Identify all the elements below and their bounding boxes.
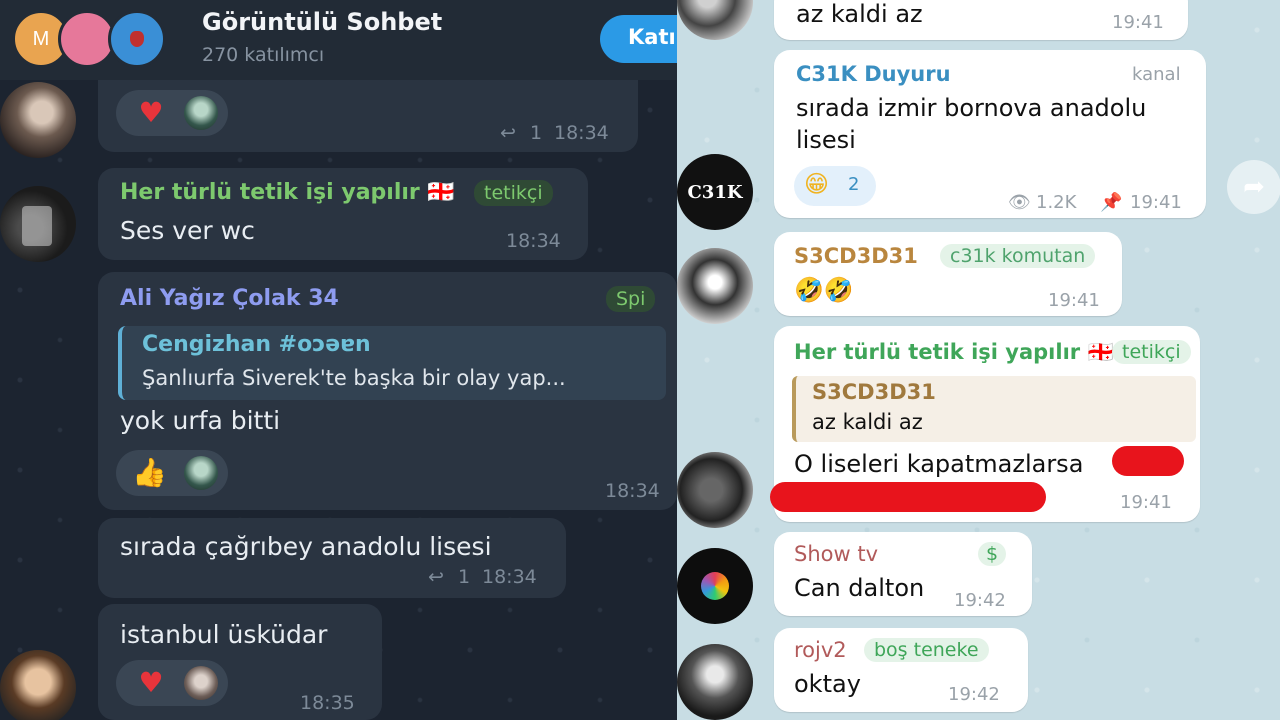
- chat-header: M Görüntülü Sohbet 270 katılımcı Katıl: [0, 0, 677, 80]
- thumbs-up-emoji[interactable]: 👍: [132, 456, 167, 490]
- message-bubble[interactable]: C31K Duyuru kanal sırada izmir bornova a…: [774, 50, 1206, 218]
- message-bubble[interactable]: Her türlü tetik işi yapılır 🇬🇪 tetikçi S…: [98, 168, 588, 260]
- reaction-bar[interactable]: ♥: [116, 660, 228, 706]
- reactor-avatar: [184, 456, 218, 490]
- message-text: yok urfa bitti: [120, 406, 281, 435]
- message-bubble[interactable]: sırada çağrıbey anadolu lisesi ↩ 1 18:34: [98, 518, 566, 598]
- message-text: O liseleri kapatmazlarsa: [794, 450, 1084, 478]
- message-time: 18:34: [482, 566, 537, 588]
- dark-chat-panel: ♥ ↩ 1 18:34 Her türlü tetik işi yapılır …: [0, 0, 677, 720]
- sender-avatar[interactable]: [677, 548, 753, 624]
- chat-title[interactable]: Görüntülü Sohbet: [202, 8, 442, 36]
- sender-name[interactable]: S3CD3D31: [794, 244, 918, 268]
- message-text: oktay: [794, 670, 861, 698]
- sender-avatar[interactable]: [0, 186, 76, 262]
- light-chat-panel: az kaldi az 19:41 C31K C31K Duyuru kanal…: [677, 0, 1280, 720]
- sender-avatar[interactable]: [677, 452, 753, 528]
- sender-avatar[interactable]: [677, 248, 753, 324]
- join-button[interactable]: Katıl: [600, 15, 677, 63]
- reaction-count: 2: [848, 174, 860, 195]
- quote-sender: Cengizhan #oɔəɐn: [142, 332, 371, 357]
- message-text: sırada çağrıbey anadolu lisesi: [120, 532, 492, 561]
- message-time: 19:41: [1130, 192, 1182, 213]
- reply-arrow-icon: ↩: [428, 566, 444, 588]
- reply-count: 1: [530, 122, 543, 144]
- message-time: 19:41: [1120, 492, 1172, 513]
- member-tag: Spi: [606, 286, 656, 312]
- message-time: 18:34: [605, 480, 660, 502]
- channel-tag: kanal: [1132, 64, 1181, 85]
- message-text: Can dalton: [794, 574, 925, 602]
- message-bubble[interactable]: rojv2 boş teneke oktay 19:42: [774, 628, 1028, 712]
- admin-tag: tetikçi: [474, 180, 553, 206]
- message-time: 18:34: [506, 230, 561, 252]
- message-text: lisesi: [796, 126, 856, 154]
- message-bubble[interactable]: Ali Yağız Çolak 34 Spi Cengizhan #oɔəɐn …: [98, 272, 677, 510]
- quote-sender: S3CD3D31: [812, 380, 936, 404]
- message-bubble[interactable]: Show tv $ Can dalton 19:42: [774, 532, 1032, 616]
- message-time: 19:41: [1112, 12, 1164, 33]
- share-icon[interactable]: ➦: [1227, 160, 1280, 214]
- admin-tag: tetikçi: [1112, 340, 1191, 364]
- member-tag: $: [978, 542, 1007, 566]
- redaction-mark: [1112, 446, 1184, 476]
- screenshot-collage: ♥ ↩ 1 18:34 Her türlü tetik işi yapılır …: [0, 0, 1280, 720]
- member-tag: boş teneke: [864, 638, 989, 662]
- sender-avatar[interactable]: [0, 82, 76, 158]
- quote-text: az kaldi az: [812, 410, 923, 434]
- reply-count: 1: [458, 566, 471, 588]
- message-time: 19:42: [954, 590, 1006, 611]
- eye-icon: 👁: [1008, 192, 1031, 213]
- reactor-avatar: [184, 96, 218, 130]
- reaction-bar[interactable]: ♥: [116, 90, 228, 136]
- sender-name[interactable]: C31K Duyuru: [796, 62, 951, 86]
- redaction-mark: [770, 482, 1046, 512]
- message-time: 19:41: [1048, 290, 1100, 311]
- sender-name[interactable]: rojv2: [794, 638, 847, 662]
- heart-emoji[interactable]: ♥: [134, 666, 168, 700]
- view-count: 1.2K: [1036, 192, 1077, 213]
- sender-name[interactable]: Her türlü tetik işi yapılır 🇬🇪: [794, 340, 1114, 365]
- message-text: 🤣🤣: [794, 276, 854, 304]
- sender-avatar[interactable]: [0, 650, 76, 720]
- reaction-bar[interactable]: 😁 2: [794, 166, 876, 206]
- sender-name[interactable]: Ali Yağız Çolak 34: [120, 286, 339, 311]
- avatar: [108, 10, 166, 68]
- grin-emoji: 😁: [804, 170, 830, 198]
- reaction-bar[interactable]: 👍: [116, 450, 228, 496]
- message-bubble[interactable]: az kaldi az 19:41: [774, 0, 1188, 40]
- quoted-message[interactable]: S3CD3D31 az kaldi az: [792, 376, 1196, 442]
- pin-icon: 📌: [1100, 192, 1123, 213]
- participant-avatars[interactable]: M: [12, 10, 182, 70]
- sender-name[interactable]: Her türlü tetik işi yapılır 🇬🇪: [120, 180, 455, 205]
- sender-avatar[interactable]: [677, 644, 753, 720]
- message-text: sırada izmir bornova anadolu: [796, 94, 1147, 122]
- admin-tag: c31k komutan: [940, 244, 1096, 268]
- quoted-message[interactable]: Cengizhan #oɔəɐn Şanlıurfa Siverek'te ba…: [118, 326, 666, 400]
- message-time: 19:42: [948, 684, 1000, 705]
- message-bubble[interactable]: Her türlü tetik işi yapılır 🇬🇪 tetikçi S…: [770, 326, 1200, 522]
- heart-emoji[interactable]: ♥: [134, 96, 168, 130]
- message-bubble[interactable]: istanbul üsküdar ♥ 18:35: [98, 604, 382, 720]
- message-bubble[interactable]: S3CD3D31 c31k komutan 🤣🤣 19:41: [774, 232, 1122, 316]
- message-text: Ses ver wc: [120, 216, 255, 245]
- sender-name[interactable]: Show tv: [794, 542, 878, 566]
- message-time: 18:35: [300, 692, 355, 714]
- quote-text: Şanlıurfa Siverek'te başka bir olay yap.…: [142, 366, 566, 390]
- reactor-avatar: [184, 666, 218, 700]
- message-text: istanbul üsküdar: [120, 620, 328, 649]
- channel-avatar[interactable]: C31K: [677, 154, 753, 230]
- message-time: 18:34: [554, 122, 609, 144]
- message-text: az kaldi az: [796, 0, 923, 28]
- participant-count: 270 katılımcı: [202, 44, 325, 66]
- reply-arrow-icon: ↩: [500, 122, 516, 144]
